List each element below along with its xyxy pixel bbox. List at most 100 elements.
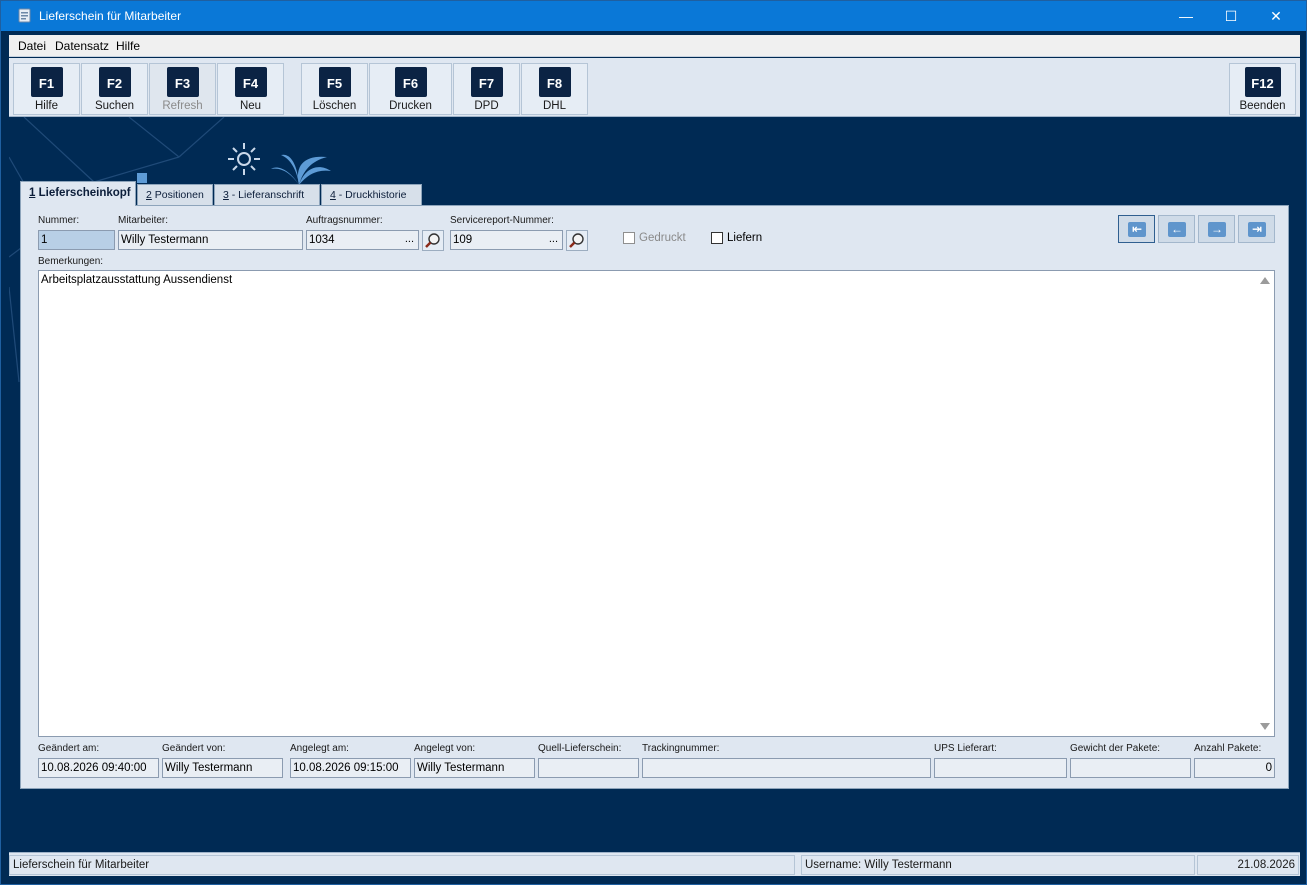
ups-lieferart-label: UPS Lieferart: — [934, 743, 997, 754]
f2-label: Suchen — [94, 100, 134, 112]
trackingnummer-label: Trackingnummer: — [642, 743, 720, 754]
f3-key-badge: F3 — [166, 67, 199, 97]
f1-hilfe-button[interactable]: F1 Hilfe — [13, 63, 80, 115]
mitarbeiter-field[interactable]: Willy Testermann — [118, 230, 303, 250]
ups-lieferart-field — [934, 758, 1067, 778]
f12-key-badge: F12 — [1244, 67, 1281, 97]
liefern-label: Liefern — [727, 232, 763, 244]
geaendert-am-field: 10.08.2026 09:40:00 — [38, 758, 159, 778]
f7-label: DPD — [474, 100, 499, 112]
angelegt-von-label: Angelegt von: — [414, 743, 476, 754]
gedruckt-label: Gedruckt — [639, 232, 686, 244]
menu-hilfe[interactable]: Hilfe — [116, 39, 140, 53]
geaendert-von-label: Geändert von: — [162, 743, 226, 754]
nav-next-button[interactable]: → — [1198, 215, 1235, 243]
trackingnummer-field — [642, 758, 931, 778]
f7-key-badge: F7 — [470, 67, 503, 97]
bemerkungen-textarea[interactable]: Arbeitsplatzausstattung Aussendienst — [38, 270, 1275, 737]
f3-refresh-button[interactable]: F3 Refresh — [149, 63, 216, 115]
auftragsnummer-field[interactable]: 1034 ... — [306, 230, 419, 250]
window-title: Lieferschein für Mitarbeiter — [39, 9, 182, 23]
f5-loeschen-button[interactable]: F5 Löschen — [301, 63, 368, 115]
f1-label: Hilfe — [34, 100, 58, 112]
f6-key-badge: F6 — [394, 67, 427, 97]
scroll-down-icon[interactable] — [1260, 723, 1270, 730]
servicereport-field[interactable]: 109 ... — [450, 230, 563, 250]
auftragsnummer-value: 1034 — [309, 234, 335, 246]
servicereport-label: Servicereport-Nummer: — [450, 215, 554, 226]
f2-key-badge: F2 — [98, 67, 131, 97]
anzahl-pakete-field: 0 — [1194, 758, 1275, 778]
f3-label: Refresh — [162, 100, 203, 112]
minimize-button[interactable]: — — [1163, 1, 1209, 31]
menu-datensatz[interactable]: Datensatz — [55, 39, 109, 53]
palm-tree-icon — [271, 154, 331, 185]
tab-4-label: - Druckhistorie — [335, 189, 407, 201]
menu-datei[interactable]: Datei — [18, 39, 46, 53]
f4-key-badge: F4 — [234, 67, 267, 97]
close-button[interactable]: ✕ — [1253, 1, 1299, 31]
geaendert-am-label: Geändert am: — [38, 743, 100, 754]
liefern-checkbox-box — [711, 232, 723, 244]
quell-lieferschein-label: Quell-Lieferschein: — [538, 743, 622, 754]
tab-2-label: Positionen — [151, 189, 204, 201]
mitarbeiter-label: Mitarbeiter: — [118, 215, 169, 226]
status-username: Username: Willy Testermann — [801, 855, 1195, 875]
gewicht-field — [1070, 758, 1191, 778]
auftragsnummer-label: Auftragsnummer: — [306, 215, 383, 226]
angelegt-am-label: Angelegt am: — [290, 743, 349, 754]
title-bar[interactable]: Lieferschein für Mitarbeiter — ☐ ✕ — [1, 1, 1306, 31]
nav-first-button[interactable]: ⇤ — [1118, 215, 1155, 243]
status-window-name: Lieferschein für Mitarbeiter — [9, 855, 795, 875]
bemerkungen-scrollbar[interactable] — [1257, 271, 1274, 736]
app-icon — [18, 8, 31, 23]
status-bar: Lieferschein für Mitarbeiter Username: W… — [9, 852, 1300, 876]
tab-druckhistorie[interactable]: 4 - Druckhistorie — [321, 184, 422, 205]
tab-1-label: Lieferscheinkopf — [35, 187, 131, 199]
angelegt-am-field: 10.08.2026 09:15:00 — [290, 758, 411, 778]
arrow-left-icon: ← — [1168, 222, 1186, 237]
f8-dhl-button[interactable]: F8 DHL — [521, 63, 588, 115]
bemerkungen-text: Arbeitsplatzausstattung Aussendienst — [41, 274, 233, 286]
arrow-right-icon: → — [1208, 222, 1226, 237]
f5-key-badge: F5 — [318, 67, 351, 97]
f4-neu-button[interactable]: F4 Neu — [217, 63, 284, 115]
f8-label: DHL — [542, 100, 566, 112]
auftragsnummer-lookup-button[interactable] — [422, 230, 444, 251]
liefern-checkbox[interactable]: Liefern — [711, 232, 762, 244]
f7-dpd-button[interactable]: F7 DPD — [453, 63, 520, 115]
f6-drucken-button[interactable]: F6 Drucken — [369, 63, 452, 115]
anzahl-pakete-label: Anzahl Pakete: — [1194, 743, 1262, 754]
lieferscheinkopf-panel: Nummer: 1 Mitarbeiter: Willy Testermann … — [20, 205, 1289, 789]
menu-bar: Datei Datensatz Hilfe — [9, 35, 1300, 57]
scroll-up-icon[interactable] — [1260, 277, 1270, 284]
first-record-icon: ⇤ — [1128, 222, 1146, 237]
f8-key-badge: F8 — [538, 67, 571, 97]
servicereport-value: 109 — [453, 234, 473, 246]
servicereport-ellipsis-button[interactable]: ... — [549, 233, 558, 245]
geaendert-von-field: Willy Testermann — [162, 758, 283, 778]
lookup-icon — [569, 233, 584, 248]
servicereport-lookup-button[interactable] — [566, 230, 588, 251]
tab-3-label: - Lieferanschrift — [228, 189, 305, 201]
f4-label: Neu — [239, 100, 262, 112]
gewicht-label: Gewicht der Pakete: — [1070, 743, 1161, 754]
quell-lieferschein-field — [538, 758, 639, 778]
function-key-toolbar: F1 Hilfe F2 Suchen F3 Refresh F4 Neu F5 … — [9, 58, 1300, 117]
nav-last-button[interactable]: ⇥ — [1238, 215, 1275, 243]
tab-lieferscheinkopf[interactable]: 1 Lieferscheinkopf — [20, 181, 136, 206]
auftragsnummer-ellipsis-button[interactable]: ... — [405, 233, 414, 245]
maximize-button[interactable]: ☐ — [1208, 1, 1254, 31]
nummer-field[interactable]: 1 — [38, 230, 115, 250]
tab-lieferanschrift[interactable]: 3 - Lieferanschrift — [214, 184, 320, 205]
angelegt-von-field: Willy Testermann — [414, 758, 535, 778]
nummer-label: Nummer: — [38, 215, 80, 226]
f6-label: Drucken — [389, 100, 432, 112]
tab-positionen[interactable]: 2 Positionen — [137, 184, 213, 205]
f12-beenden-button[interactable]: F12 Beenden — [1229, 63, 1296, 115]
f2-suchen-button[interactable]: F2 Suchen — [81, 63, 148, 115]
nav-prev-button[interactable]: ← — [1158, 215, 1195, 243]
application-window: Lieferschein für Mitarbeiter — ☐ ✕ Datei… — [0, 0, 1307, 885]
gedruckt-checkbox[interactable]: Gedruckt — [623, 232, 686, 244]
f1-key-badge: F1 — [30, 67, 63, 97]
